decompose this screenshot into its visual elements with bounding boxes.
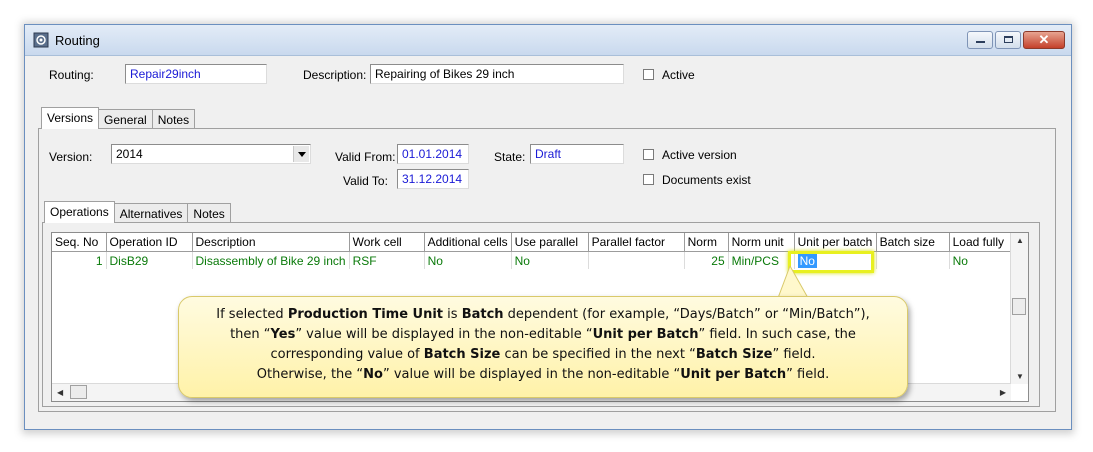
maximize-button[interactable] (995, 31, 1021, 49)
window-title: Routing (55, 33, 100, 48)
help-callout: If selected Production Time Unit is Batc… (178, 296, 908, 398)
vertical-scroll-thumb[interactable] (1012, 298, 1026, 315)
active-version-label: Active version (662, 148, 737, 162)
title-bar[interactable]: Routing ✕ (25, 25, 1071, 56)
column-header-seq-no[interactable]: Seq. No (52, 233, 107, 252)
cell-use-parallel[interactable]: No (511, 251, 589, 269)
valid-from-field[interactable]: 01.01.2014 (397, 144, 469, 164)
documents-exist-label: Documents exist (662, 173, 751, 187)
column-header-batch-size[interactable]: Batch size (876, 233, 950, 252)
scroll-right-icon[interactable]: ▶ (1000, 388, 1006, 397)
documents-exist-checkbox[interactable] (643, 174, 654, 185)
description-label: Description: (303, 68, 367, 82)
version-combo[interactable]: 2014 (111, 144, 311, 164)
valid-to-field[interactable]: 31.12.2014 (397, 169, 469, 189)
close-icon: ✕ (1038, 32, 1050, 47)
cell-operation-id[interactable]: DisB29 (106, 251, 193, 269)
callout-line-3: corresponding value of Batch Size can be… (270, 347, 816, 362)
column-header-load-fully[interactable]: Load fully (949, 233, 1020, 252)
version-label: Version: (49, 150, 93, 164)
cell-description[interactable]: Disassembly of Bike 29 inch (192, 251, 350, 269)
version-value: 2014 (116, 147, 143, 161)
tab-alternatives[interactable]: Alternatives (113, 203, 189, 223)
scroll-left-icon[interactable]: ◀ (57, 388, 63, 397)
cell-batch-size[interactable] (876, 251, 950, 269)
column-header-work-cell[interactable]: Work cell (349, 233, 425, 252)
horizontal-scroll-thumb[interactable] (70, 385, 87, 399)
callout-line-1: If selected Production Time Unit is Batc… (216, 307, 870, 322)
column-header-use-parallel[interactable]: Use parallel (511, 233, 589, 252)
close-button[interactable]: ✕ (1023, 31, 1065, 49)
state-label: State: (494, 150, 526, 164)
column-header-unit-per-batch[interactable]: Unit per batch (794, 233, 877, 252)
valid-from-label: Valid From: (335, 150, 396, 164)
tab-versions[interactable]: Versions (41, 107, 100, 129)
tab-general[interactable]: General (98, 109, 153, 129)
cell-parallel-factor[interactable] (588, 251, 685, 269)
cell-work-cell[interactable]: RSF (349, 251, 425, 269)
chevron-down-icon[interactable] (293, 146, 309, 162)
minimize-button[interactable] (967, 31, 993, 49)
grid-header-row: Seq. No Operation ID Description Work ce… (52, 233, 1020, 252)
column-header-operation-id[interactable]: Operation ID (106, 233, 193, 252)
vertical-scrollbar[interactable]: ▲ ▼ (1010, 233, 1028, 384)
tab-operations[interactable]: Operations (44, 201, 115, 223)
state-field[interactable]: Draft (530, 144, 624, 164)
callout-line-4: Otherwise, the “No” value will be displa… (256, 367, 830, 382)
column-header-parallel-factor[interactable]: Parallel factor (588, 233, 685, 252)
table-row[interactable]: 1 DisB29 Disassembly of Bike 29 inch RSF… (52, 251, 1020, 269)
column-header-norm-unit[interactable]: Norm unit (728, 233, 795, 252)
cell-seq-no[interactable]: 1 (52, 251, 107, 269)
valid-to-label: Valid To: (343, 174, 388, 188)
maximize-icon (1004, 36, 1013, 43)
callout-line-2: then “Yes” value will be displayed in th… (230, 327, 856, 342)
scroll-up-icon[interactable]: ▲ (1016, 236, 1024, 245)
routing-app-icon (33, 32, 49, 48)
description-field[interactable]: Repairing of Bikes 29 inch (370, 64, 624, 84)
routing-label: Routing: (49, 68, 94, 82)
cell-additional-cells[interactable]: No (424, 251, 512, 269)
active-label: Active (662, 68, 695, 82)
active-version-checkbox[interactable] (643, 149, 654, 160)
active-checkbox[interactable] (643, 69, 654, 80)
tab-sub-notes[interactable]: Notes (187, 203, 231, 223)
routing-field[interactable]: Repair29inch (125, 64, 267, 84)
scroll-down-icon[interactable]: ▼ (1016, 372, 1024, 381)
column-header-norm[interactable]: Norm (684, 233, 729, 252)
cell-norm[interactable]: 25 (684, 251, 729, 269)
tab-notes[interactable]: Notes (151, 109, 196, 129)
column-header-additional-cells[interactable]: Additional cells (424, 233, 512, 252)
cell-load-fully[interactable]: No (949, 251, 1020, 269)
minimize-icon (976, 41, 985, 43)
column-header-description[interactable]: Description (192, 233, 350, 252)
